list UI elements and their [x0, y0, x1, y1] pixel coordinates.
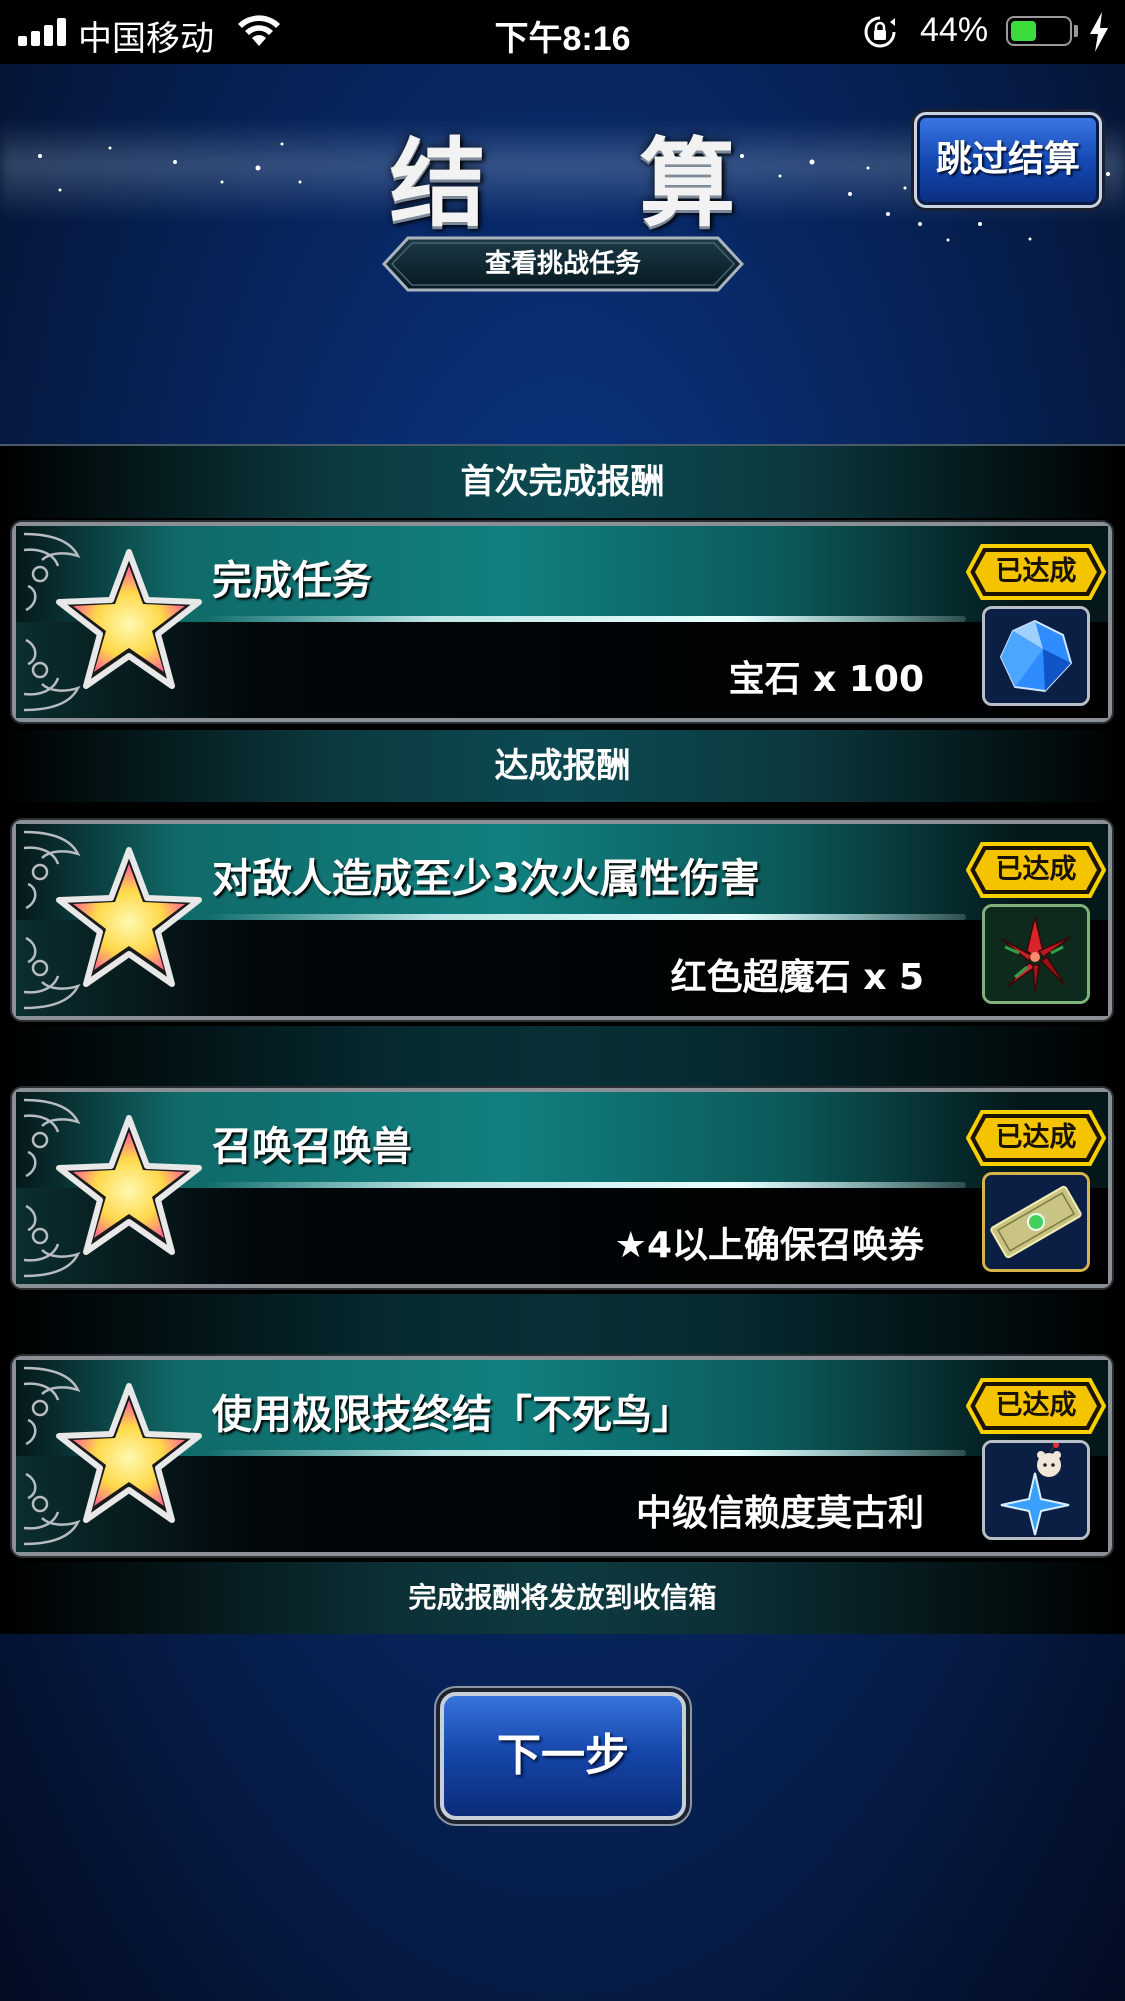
- achieved-badge: 已达成: [966, 842, 1106, 898]
- achieved-badge: 已达成: [966, 544, 1106, 600]
- charging-icon: [1090, 12, 1108, 52]
- task-reward: 宝石 x 100: [728, 659, 924, 700]
- achievement-header: 达成报酬: [0, 730, 1125, 802]
- achieved-label: 已达成: [995, 854, 1077, 885]
- mailbox-note: 完成报酬将发放到收信箱: [0, 1562, 1125, 1634]
- task-title: 召唤召唤兽: [212, 1124, 412, 1170]
- achieved-label: 已达成: [995, 556, 1077, 587]
- task-title: 使用极限技终结「不死鸟」: [212, 1392, 692, 1438]
- battery-percent: 44%: [920, 11, 989, 49]
- task-card: 召唤召唤兽 ★4以上确保召唤券 已达成: [12, 1088, 1112, 1288]
- achieved-badge: 已达成: [966, 1110, 1106, 1166]
- view-challenges-button[interactable]: 查看挑战任务: [382, 236, 744, 292]
- status-bar: 中国移动 下午8:16 44%: [0, 0, 1125, 64]
- moogle-icon: [982, 1440, 1090, 1540]
- first-clear-header: 首次完成报酬: [0, 446, 1125, 518]
- achieved-label: 已达成: [995, 1390, 1077, 1421]
- task-title: 对敌人造成至少3次火属性伤害: [212, 856, 760, 902]
- star-icon: [56, 1383, 202, 1523]
- rewards-panel: 首次完成报酬 完成任务 宝石 x 100 已达成 达成报酬 对敌人造成至少3次火…: [0, 444, 1125, 1634]
- view-challenges-label: 查看挑战任务: [484, 249, 641, 279]
- results-screen: 中国移动 下午8:16 44% 结 算 跳过结算 查看挑战任务 首次完成报酬 完…: [0, 0, 1125, 2001]
- task-reward: 中级信赖度莫古利: [635, 1493, 924, 1534]
- star-icon: [56, 847, 202, 987]
- achieved-label: 已达成: [995, 1122, 1077, 1153]
- task-card: 使用极限技终结「不死鸟」 中级信赖度莫古利 已达成: [12, 1356, 1112, 1556]
- next-button[interactable]: 下一步: [440, 1692, 686, 1820]
- achieved-badge: 已达成: [966, 1378, 1106, 1434]
- task-card: 完成任务 宝石 x 100 已达成: [12, 522, 1112, 722]
- gem-icon: [982, 606, 1090, 706]
- summon-ticket-icon: [982, 1172, 1090, 1272]
- star-icon: [56, 1115, 202, 1255]
- task-reward: ★4以上确保召唤券: [614, 1225, 924, 1266]
- red-crystal-icon: [982, 904, 1090, 1004]
- rotation-lock-icon: [864, 16, 896, 48]
- skip-results-button[interactable]: 跳过结算: [914, 112, 1102, 208]
- task-title: 完成任务: [212, 558, 372, 604]
- battery-icon: [1006, 16, 1072, 46]
- task-card: 对敌人造成至少3次火属性伤害 红色超魔石 x 5 已达成: [12, 820, 1112, 1020]
- star-icon: [56, 549, 202, 689]
- task-reward: 红色超魔石 x 5: [670, 957, 924, 998]
